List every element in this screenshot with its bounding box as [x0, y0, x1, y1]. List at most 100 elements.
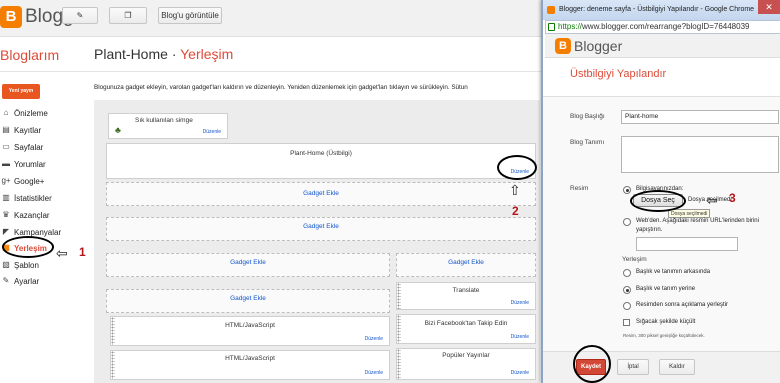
- edit-link[interactable]: Düzenle: [511, 370, 529, 376]
- sidebar-item-settings[interactable]: ✎ Ayarlar: [0, 274, 86, 288]
- drag-handle[interactable]: [397, 283, 401, 309]
- blog-title-input[interactable]: Plant-home: [621, 110, 779, 124]
- home-icon: ⌂: [3, 108, 9, 117]
- my-blogs-link[interactable]: Bloglarım: [0, 47, 59, 63]
- tree-icon: ♣: [115, 125, 121, 135]
- drag-handle[interactable]: [111, 351, 115, 379]
- image-url-input[interactable]: [636, 237, 738, 251]
- add-gadget-4[interactable]: Gadget Ekle: [396, 253, 536, 277]
- header-gadget[interactable]: Plant-Home (Üstbilgi) Düzenle: [106, 143, 536, 179]
- sidebar-item-label: Önizleme: [14, 108, 48, 118]
- page-title: Plant-Home · Yerleşim: [94, 46, 233, 62]
- sidebar-item-label: Kampanyalar: [14, 227, 62, 237]
- sidebar-item-posts[interactable]: ▤ Kayıtlar: [0, 123, 86, 137]
- template-icon: ▧: [2, 260, 10, 269]
- blogger-favicon-icon: [547, 6, 555, 14]
- sidebar-item-comments[interactable]: ▬ Yorumlar: [0, 157, 86, 171]
- sidebar-item-label: İstatistikler: [14, 193, 52, 203]
- behind-title-radio[interactable]: [623, 269, 631, 277]
- drag-handle[interactable]: [397, 315, 401, 343]
- from-web-label: Web'den. Aşağıdaki resmin URL'lerinden b…: [636, 218, 759, 233]
- behind-title-label: Başlık ve tanımın arkasında: [636, 269, 711, 275]
- sidebar-item-label: Şablon: [14, 260, 39, 270]
- highlight-circle-save: [573, 345, 611, 383]
- edit-link[interactable]: Düzenle: [365, 336, 383, 342]
- from-computer-radio[interactable]: [623, 186, 631, 194]
- image-label: Resim: [570, 185, 589, 192]
- screen: B Blogger ✎ ❐ Blog'u görüntüle Bloglarım…: [0, 0, 780, 383]
- sidebar-item-label: Sayfalar: [14, 142, 44, 152]
- pencil-icon: ✎: [76, 11, 84, 20]
- sidebar-item-label: Google+: [14, 176, 45, 186]
- instead-title-radio[interactable]: [623, 286, 631, 294]
- settings-icon: ✎: [2, 276, 10, 285]
- left-sidebar: Yeni yayın ⌂ Önizleme ▤ Kayıtlar ▭ Sayfalar…: [0, 72, 86, 383]
- edit-link[interactable]: Düzenle: [511, 300, 529, 306]
- translate-gadget[interactable]: Translate Düzenle: [396, 282, 536, 310]
- popup-brand: Blogger: [574, 38, 623, 54]
- after-image-label: Resimden sonra açıklama yerleştir: [636, 302, 729, 308]
- html-js-gadget-1[interactable]: HTML/JavaScript Düzenle: [110, 316, 390, 346]
- comments-icon: ▬: [2, 159, 10, 168]
- add-gadget-5[interactable]: Gadget Ekle: [106, 289, 390, 313]
- annotation-number-3: 3: [729, 191, 736, 205]
- layout-description: Blogunuza gadget ekleyin, varolan gadget…: [94, 84, 468, 91]
- new-post-pencil-button[interactable]: ✎: [62, 7, 98, 24]
- campaigns-icon: ◤: [2, 227, 10, 236]
- instead-title-label: Başlık ve tanım yerine: [636, 286, 696, 292]
- facebook-gadget[interactable]: Bizi Facebook'tan Takip Edin Düzenle: [396, 314, 536, 344]
- close-window-button[interactable]: ✕: [758, 0, 780, 14]
- sidebar-item-label: Ayarlar: [14, 276, 40, 286]
- edit-link[interactable]: Düzenle: [203, 129, 221, 135]
- blog-name: Plant-Home: [94, 46, 168, 62]
- pages-icon: ▭: [2, 142, 10, 151]
- favicon-gadget[interactable]: ♣ Sık kullanılan simge Düzenle: [108, 113, 228, 139]
- popup-blogger-logo: B Blogger: [555, 38, 622, 54]
- after-image-radio[interactable]: [623, 302, 631, 310]
- highlight-circle-edit: [497, 155, 537, 180]
- favicon-title: Sık kullanılan simge: [135, 117, 193, 124]
- shrink-to-fit-checkbox[interactable]: [623, 319, 630, 326]
- stats-icon: ▥: [2, 193, 10, 202]
- add-gadget-1[interactable]: Gadget Ekle: [106, 182, 536, 206]
- sidebar-item-stats[interactable]: ▥ İstatistikler: [0, 191, 86, 205]
- url-scheme: https://: [558, 22, 583, 31]
- sidebar-item-template[interactable]: ▧ Şablon: [0, 258, 86, 272]
- annotation-number-1: 1: [79, 245, 86, 259]
- highlight-circle-choose-file: [630, 190, 686, 212]
- annotation-number-2: 2: [512, 204, 519, 218]
- edit-link[interactable]: Düzenle: [365, 370, 383, 376]
- html-js-gadget-2[interactable]: HTML/JavaScript Düzenle: [110, 350, 390, 380]
- drag-handle[interactable]: [397, 349, 401, 379]
- lock-icon: [548, 23, 555, 31]
- gadget-title: Popüler Yayınlar: [442, 352, 490, 359]
- left-arrow-icon: ⇦: [56, 245, 68, 261]
- posts-list-button[interactable]: ❐: [109, 7, 147, 24]
- edit-link[interactable]: Düzenle: [511, 334, 529, 340]
- add-gadget-3[interactable]: Gadget Ekle: [106, 253, 390, 277]
- sidebar-item-pages[interactable]: ▭ Sayfalar: [0, 140, 86, 154]
- posts-icon: ▤: [2, 125, 10, 134]
- remove-button[interactable]: Kaldır: [659, 359, 695, 375]
- add-gadget-2[interactable]: Gadget Ekle: [106, 217, 536, 241]
- blog-description-textarea[interactable]: [621, 136, 779, 173]
- sidebar-item-google-plus[interactable]: g+ Google+: [0, 174, 86, 188]
- sidebar-item-preview[interactable]: ⌂ Önizleme: [0, 106, 86, 120]
- sidebar-item-label: Kazançlar: [14, 210, 50, 220]
- popular-posts-gadget[interactable]: Popüler Yayınlar Düzenle: [396, 348, 536, 380]
- up-arrow-icon: ⇧: [509, 182, 521, 198]
- view-blog-button[interactable]: Blog'u görüntüle: [158, 7, 222, 24]
- address-bar[interactable]: https://www.blogger.com/rearrange?blogID…: [545, 20, 780, 34]
- left-arrow-icon: ⇦: [706, 192, 718, 208]
- sidebar-item-earnings[interactable]: ♛ Kazançlar: [0, 208, 86, 222]
- from-web-radio[interactable]: [623, 218, 631, 226]
- drag-handle[interactable]: [111, 317, 115, 345]
- header-gadget-title: Plant-Home (Üstbilgi): [290, 150, 352, 157]
- section-name: Yerleşim: [180, 46, 234, 62]
- close-icon: ✕: [765, 2, 773, 12]
- cancel-button[interactable]: İptal: [617, 359, 649, 375]
- blogger-b-icon: B: [0, 6, 22, 28]
- window-title-bar: Blogger: deneme sayfa - Üstbilgiyi Yapıl…: [543, 0, 780, 20]
- new-post-button[interactable]: Yeni yayın: [2, 84, 40, 99]
- popup-header: B Blogger: [545, 34, 780, 58]
